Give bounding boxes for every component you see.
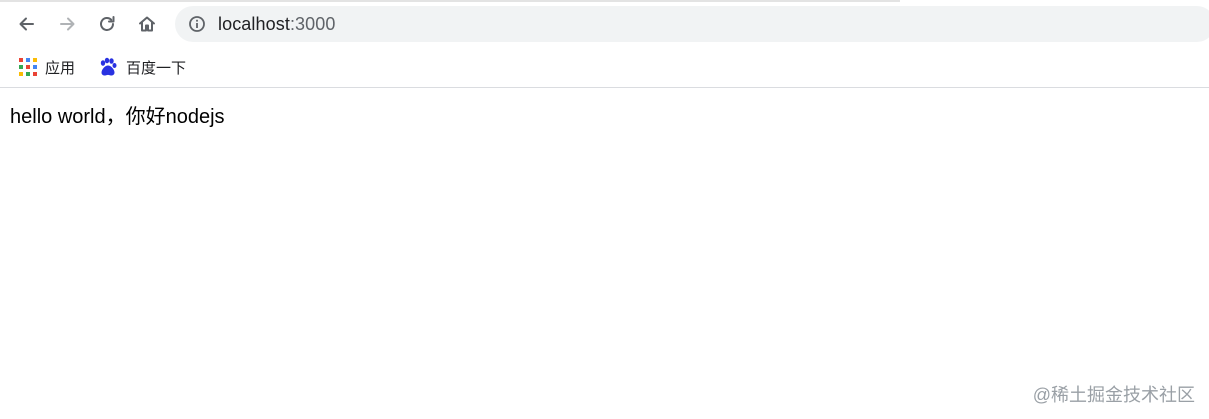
- arrow-left-icon: [19, 17, 34, 31]
- watermark: @稀土掘金技术社区: [1032, 385, 1195, 405]
- site-info-icon[interactable]: [188, 15, 206, 33]
- bookmark-apps-label: 应用: [45, 59, 76, 77]
- bookmark-apps[interactable]: 应用: [19, 56, 75, 78]
- baidu-paw-icon: [100, 57, 117, 76]
- back-button[interactable]: [13, 10, 41, 38]
- home-icon: [139, 16, 155, 32]
- tab-strip-edge: [0, 0, 900, 2]
- browser-toolbar: localhost:3000: [0, 0, 1209, 48]
- url-port: :3000: [289, 14, 336, 34]
- bookmark-baidu[interactable]: 百度一下: [98, 56, 186, 78]
- forward-button[interactable]: [53, 10, 81, 38]
- address-bar[interactable]: localhost:3000: [175, 6, 1209, 42]
- bookmarks-bar: 应用 百度一下: [0, 48, 1209, 88]
- url-host: localhost: [218, 14, 290, 34]
- page-body-text: hello world，你好nodejs: [10, 106, 225, 128]
- apps-grid-icon: [19, 58, 37, 76]
- bookmark-baidu-label: 百度一下: [126, 59, 187, 77]
- url-text[interactable]: localhost:3000: [218, 14, 336, 35]
- reload-icon: [100, 16, 115, 31]
- arrow-right-icon: [60, 17, 75, 31]
- home-button[interactable]: [133, 10, 161, 38]
- reload-button[interactable]: [93, 10, 121, 38]
